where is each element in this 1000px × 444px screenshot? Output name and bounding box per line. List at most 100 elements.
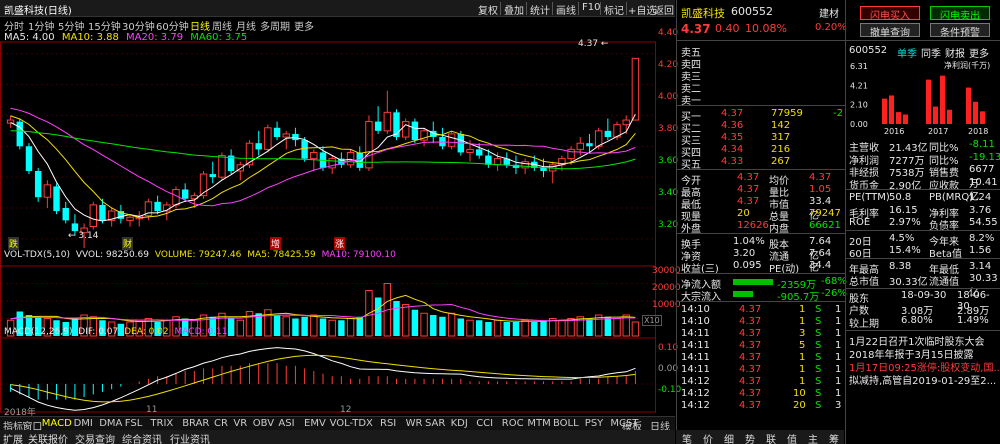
tick-time: 14:11 (681, 364, 710, 375)
indicator-tab-18[interactable]: CCI (476, 418, 493, 429)
extension-tab-3[interactable]: 综合资讯 (122, 431, 162, 444)
candle[interactable] (227, 149, 235, 175)
candle[interactable] (439, 127, 446, 150)
candle[interactable] (255, 130, 262, 156)
toolbar-stats[interactable]: 统计 (530, 2, 550, 17)
indicator-tab-8[interactable]: CR (214, 418, 228, 429)
indicator-tab-13[interactable]: VOL-TDX (330, 418, 373, 429)
candle[interactable] (273, 121, 281, 141)
candle[interactable] (6, 115, 15, 128)
fin-value: 3.76 (969, 204, 992, 216)
news-item[interactable]: 2018年年报于3月15日披露 (849, 346, 999, 361)
indicator-tab-9[interactable]: VR (233, 418, 247, 429)
indicator-tab-7[interactable]: BRAR (182, 418, 209, 429)
toolbar-add-watchlist[interactable]: +自选 (628, 2, 656, 17)
quote-tab-1[interactable]: 价 (703, 431, 713, 444)
extension-tab-2[interactable]: 交易查询 (75, 431, 115, 444)
quote-tab-3[interactable]: 势 (745, 431, 755, 444)
candle[interactable] (548, 161, 557, 184)
candle[interactable] (393, 109, 400, 141)
indicator-tab-10[interactable]: OBV (253, 418, 274, 429)
tick-side: S (815, 400, 822, 411)
candle[interactable] (631, 57, 640, 121)
indicator-tab-15[interactable]: WR (406, 418, 423, 429)
candle[interactable] (43, 180, 52, 208)
candle[interactable] (154, 195, 161, 215)
indicator-tab-3[interactable]: DMI (74, 418, 93, 429)
candle[interactable] (292, 127, 299, 147)
candle[interactable] (99, 198, 106, 224)
extension-tab-1[interactable]: 关联报价 (28, 431, 68, 444)
indicator-tab-21[interactable]: BOLL (553, 418, 579, 429)
event-mark-zhang[interactable]: 涨 (334, 237, 346, 250)
indicator-tab-17[interactable]: KDJ (451, 418, 468, 429)
news-text[interactable]: 拟减持,高管自2019-01-29至2... (849, 372, 996, 387)
news-item[interactable]: 拟减持,高管自2019-01-29至2... (849, 372, 999, 387)
quote-tab-0[interactable]: 笔 (682, 431, 692, 444)
tick-time: 14:11 (681, 340, 710, 351)
volume-bar (411, 309, 419, 336)
candle[interactable] (512, 155, 520, 175)
candle[interactable] (107, 208, 116, 227)
news-item[interactable]: 1月22日召开1次临时股东大会 (849, 333, 999, 348)
quote-tab-4[interactable]: 联 (766, 431, 776, 444)
extension-tab-4[interactable]: 行业资讯 (170, 431, 210, 444)
candle[interactable] (16, 118, 23, 150)
quote-stat2-row: 净资 3.20 流通 7.64亿 (681, 248, 841, 274)
toolbar-fuquan[interactable]: 复权 (478, 2, 498, 17)
candle[interactable] (209, 161, 216, 184)
event-mark-die[interactable]: 跌 (8, 237, 20, 250)
candle[interactable] (34, 167, 42, 202)
indicator-tab-14[interactable]: RSI (380, 418, 396, 429)
ask-level-3: 卖三 (681, 68, 841, 83)
indicator-tab-4[interactable]: DMA (99, 418, 122, 429)
candle[interactable] (264, 124, 272, 153)
toolbar-draw[interactable]: 画线 (556, 2, 576, 17)
candle[interactable] (89, 201, 98, 230)
candle[interactable] (135, 211, 143, 227)
indicator-tab-20[interactable]: MTM (527, 418, 550, 429)
quote-stat2-row: 换手 1.04% 股本 7.64亿 (681, 236, 841, 262)
kline-chart[interactable] (0, 18, 676, 416)
candle[interactable] (411, 118, 419, 144)
candle[interactable] (383, 90, 392, 134)
event-mark-zeng[interactable]: 增 (270, 237, 282, 250)
toolbar-back[interactable]: 返回 (654, 2, 674, 17)
candle[interactable] (475, 143, 483, 159)
candle[interactable] (62, 201, 69, 224)
indicator-tab-16[interactable]: SAR (425, 418, 445, 429)
event-mark-cai[interactable]: 财 (122, 237, 134, 250)
quote-tab-5[interactable]: 值 (787, 431, 797, 444)
indicator-tab-5[interactable]: FSL (125, 418, 143, 429)
indicator-tab-19[interactable]: ROC (502, 418, 524, 429)
condition-alert-button[interactable]: 条件预警 (930, 23, 990, 39)
toolbar-f10[interactable]: F10 (582, 2, 600, 13)
candle[interactable] (25, 143, 33, 175)
sector-name[interactable]: 建材 (819, 5, 839, 20)
extension-tab-0[interactable]: 扩展 (3, 431, 23, 444)
tick-price: 4.37 (739, 388, 762, 399)
fin-value: 1.24 (969, 192, 992, 203)
indicator-tab-2[interactable]: MACD (42, 418, 72, 429)
indicator-tab-11[interactable]: ASI (278, 418, 294, 429)
quote-tab-7[interactable]: 筹 (829, 431, 839, 444)
quote-tab-2[interactable]: 细 (724, 431, 734, 444)
news-item[interactable]: 1月17日09:25涨停:股权变动,国... (849, 359, 1000, 374)
indicator-tab-12[interactable]: EMV (304, 418, 326, 429)
indicator-tab-6[interactable]: TRIX (150, 418, 173, 429)
candle[interactable] (346, 149, 355, 168)
cancel-order-button[interactable]: 撤单查询 (860, 23, 920, 39)
candle[interactable] (401, 118, 410, 141)
candle[interactable] (447, 130, 456, 150)
indicator-tab-22[interactable]: PSY (585, 418, 604, 429)
candle[interactable] (53, 183, 60, 215)
candle[interactable] (586, 133, 593, 153)
flash-buy-button[interactable]: 闪电买入 (860, 6, 920, 22)
candle[interactable] (604, 118, 612, 141)
quote-tab-6[interactable]: 主 (808, 431, 818, 444)
toolbar-mark[interactable]: 标记 (604, 2, 624, 17)
candle[interactable] (374, 106, 382, 134)
candle[interactable] (117, 204, 125, 224)
flash-sell-button[interactable]: 闪电卖出 (930, 6, 990, 22)
toolbar-overlay[interactable]: 叠加 (504, 2, 524, 17)
